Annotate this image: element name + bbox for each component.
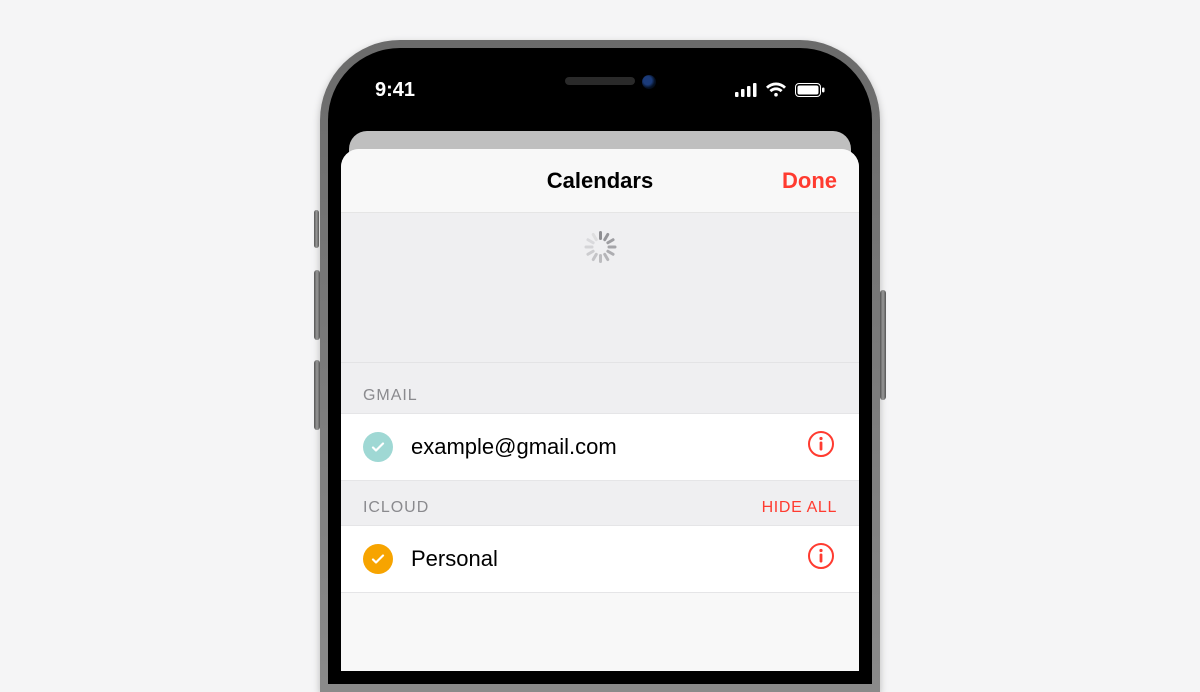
section-header-label: GMAIL [363, 387, 418, 405]
info-icon[interactable] [807, 430, 837, 464]
section-icloud: ICLOUD HIDE ALL Personal [341, 481, 859, 593]
done-button[interactable]: Done [782, 168, 837, 194]
phone-side-button [880, 290, 886, 400]
calendar-row-label: example@gmail.com [411, 434, 789, 460]
calendar-row-gmail[interactable]: example@gmail.com [341, 413, 859, 481]
checkmark-icon[interactable] [363, 544, 393, 574]
calendar-row-personal[interactable]: Personal [341, 525, 859, 593]
loading-spinner-icon [584, 231, 616, 263]
phone-screen: 9:41 Calendars Done [341, 61, 859, 671]
section-header-gmail: GMAIL [341, 363, 859, 413]
phone-mute-switch [314, 210, 319, 248]
calendar-row-label: Personal [411, 546, 789, 572]
loading-area [341, 213, 859, 363]
status-time: 9:41 [375, 79, 415, 102]
battery-icon [795, 83, 825, 97]
section-header-icloud: ICLOUD HIDE ALL [341, 481, 859, 525]
modal-title: Calendars [547, 168, 653, 194]
phone-speaker [565, 77, 635, 85]
info-icon[interactable] [807, 542, 837, 576]
phone-front-camera [642, 75, 656, 89]
calendars-modal: Calendars Done [341, 149, 859, 671]
modal-header: Calendars Done [341, 149, 859, 213]
phone-volume-down [314, 360, 320, 430]
section-header-label: ICLOUD [363, 499, 429, 517]
cellular-signal-icon [735, 83, 757, 97]
section-gmail: GMAIL example@gmail.com [341, 363, 859, 481]
phone-volume-up [314, 270, 320, 340]
phone-frame: 9:41 Calendars Done [320, 40, 880, 692]
hide-all-button[interactable]: HIDE ALL [762, 499, 837, 517]
checkmark-icon[interactable] [363, 432, 393, 462]
wifi-icon [765, 82, 787, 98]
phone-notch [470, 61, 730, 101]
